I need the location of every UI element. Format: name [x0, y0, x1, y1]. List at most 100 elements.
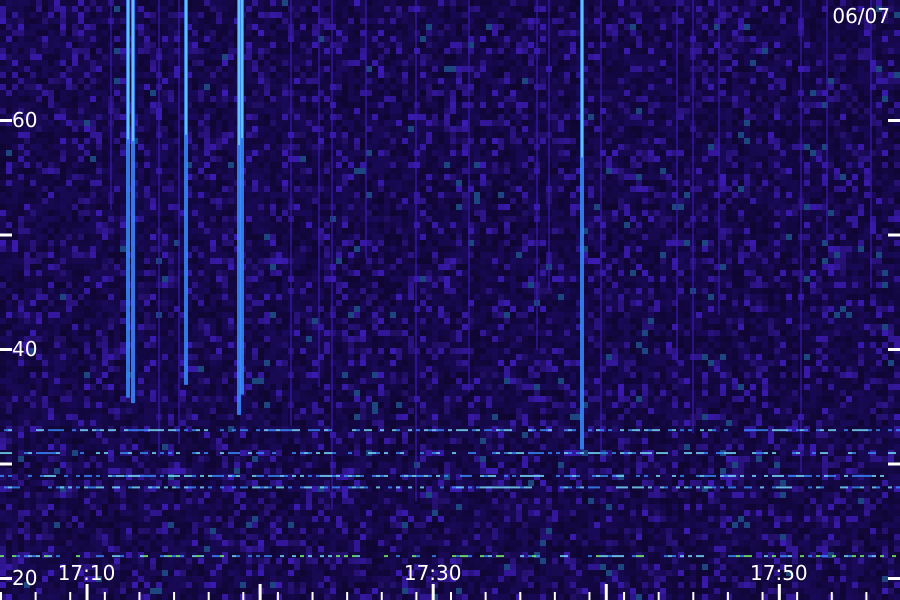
noise-cell: [894, 144, 900, 150]
noise-cell: [42, 114, 48, 120]
noise-cell: [60, 96, 66, 102]
noise-cell: [888, 156, 894, 162]
noise-cell: [210, 60, 216, 66]
noise-cell: [324, 138, 330, 144]
noise-cell: [828, 96, 834, 102]
noise-cell: [456, 162, 462, 168]
noise-cell: [426, 54, 432, 60]
noise-cell: [750, 150, 756, 156]
noise-cell: [270, 192, 276, 198]
noise-cell: [618, 150, 624, 156]
noise-cell: [216, 54, 222, 60]
noise-cell: [372, 42, 378, 48]
noise-cell: [558, 24, 564, 30]
noise-cell: [204, 66, 210, 72]
noise-cell: [864, 90, 870, 96]
noise-cell: [378, 102, 384, 108]
noise-cell: [348, 156, 354, 162]
noise-cell: [270, 84, 276, 90]
noise-cell: [462, 72, 468, 78]
noise-cell: [138, 48, 144, 54]
noise-cell: [480, 12, 486, 18]
noise-cell: [828, 60, 834, 66]
noise-cell: [222, 168, 228, 174]
noise-cell: [678, 180, 684, 186]
noise-cell: [300, 132, 306, 138]
noise-cell: [42, 102, 48, 108]
noise-cell: [6, 150, 12, 156]
noise-cell: [150, 60, 156, 66]
noise-cell: [120, 6, 126, 12]
noise-cell: [144, 60, 150, 66]
noise-cell: [162, 54, 168, 60]
noise-cell: [396, 72, 402, 78]
noise-cell: [612, 24, 618, 30]
noise-cell: [708, 108, 714, 114]
noise-cell: [642, 96, 648, 102]
noise-cell: [762, 18, 768, 24]
noise-cell: [684, 84, 690, 90]
noise-cell: [708, 6, 714, 12]
noise-cell: [120, 168, 126, 174]
noise-cell: [864, 54, 870, 60]
noise-cell: [492, 72, 498, 78]
noise-cell: [354, 54, 360, 60]
noise-cell: [228, 138, 234, 144]
noise-cell: [282, 36, 288, 42]
noise-cell: [732, 72, 738, 78]
noise-cell: [456, 18, 462, 24]
noise-cell: [858, 138, 864, 144]
noise-cell: [816, 30, 822, 36]
noise-cell: [558, 90, 564, 96]
noise-cell: [252, 138, 258, 144]
noise-cell: [444, 120, 450, 126]
noise-cell: [114, 168, 120, 174]
noise-cell: [834, 66, 840, 72]
noise-cell: [474, 180, 480, 186]
noise-cell: [522, 168, 528, 174]
noise-cell: [396, 132, 402, 138]
noise-cell: [438, 0, 444, 6]
noise-cell: [264, 0, 270, 6]
noise-cell: [780, 72, 786, 78]
noise-cell: [282, 90, 288, 96]
noise-cell: [612, 72, 618, 78]
noise-cell: [642, 192, 648, 198]
noise-cell: [876, 192, 882, 198]
noise-cell: [324, 42, 330, 48]
noise-cell: [438, 42, 444, 48]
noise-cell: [336, 102, 342, 108]
noise-cell: [60, 126, 66, 132]
noise-cell: [606, 0, 612, 6]
noise-cell: [474, 102, 480, 108]
noise-cell: [102, 84, 108, 90]
noise-cell: [888, 66, 894, 72]
noise-cell: [18, 90, 24, 96]
noise-cell: [192, 156, 198, 162]
noise-cell: [252, 0, 258, 6]
noise-cell: [216, 102, 222, 108]
noise-cell: [114, 0, 120, 6]
noise-cell: [432, 108, 438, 114]
noise-cell: [528, 144, 534, 150]
noise-cell: [54, 36, 60, 42]
noise-cell: [402, 36, 408, 42]
noise-cell: [558, 186, 564, 192]
noise-cell: [114, 102, 120, 108]
noise-cell: [606, 78, 612, 84]
noise-cell: [522, 132, 528, 138]
noise-cell: [828, 126, 834, 132]
noise-cell: [264, 150, 270, 156]
noise-cell: [384, 168, 390, 174]
noise-cell: [612, 126, 618, 132]
noise-cell: [750, 186, 756, 192]
noise-cell: [654, 42, 660, 48]
noise-cell: [474, 120, 480, 126]
noise-cell: [114, 174, 120, 180]
noise-cell: [726, 114, 732, 120]
noise-cell: [204, 78, 210, 84]
noise-cell: [306, 186, 312, 192]
noise-cell: [522, 108, 528, 114]
noise-cell: [606, 72, 612, 78]
noise-cell: [552, 84, 558, 90]
